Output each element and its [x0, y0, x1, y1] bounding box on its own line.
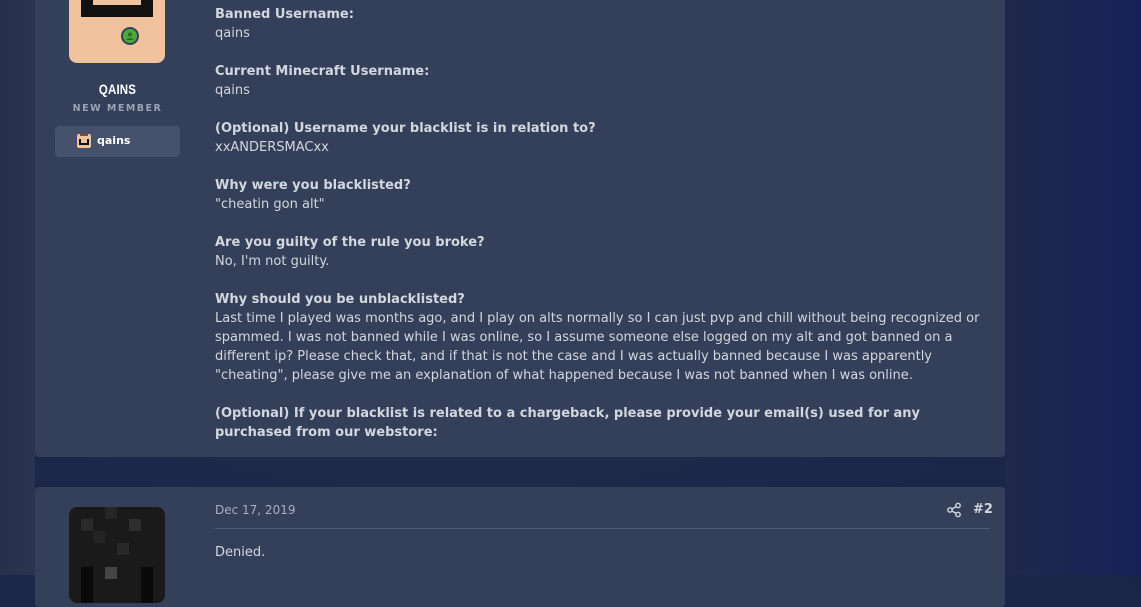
field-answer: No, I'm not guilty. [215, 254, 330, 269]
field-answer: xxANDERSMACxx [215, 140, 329, 155]
badge-username: qains [97, 134, 131, 147]
page-background-right [1005, 0, 1141, 575]
field-answer: qains [215, 26, 250, 41]
post-body: Denied. [215, 545, 266, 560]
post-date[interactable]: Dec 17, 2019 [215, 503, 295, 517]
post-number-link[interactable]: #2 [973, 502, 993, 517]
field-answer: qains [215, 83, 250, 98]
form-field: (Optional) Username your blacklist is in… [215, 119, 990, 157]
forum-post: QAINS NEW MEMBER qains Banned Username: … [35, 0, 1005, 457]
field-question: (Optional) Username your blacklist is in… [215, 121, 596, 136]
form-field: Are you guilty of the rule you broke? No… [215, 233, 990, 271]
field-question: Banned Username: [215, 7, 354, 22]
field-question: Why were you blacklisted? [215, 178, 411, 193]
field-question: Are you guilty of the rule you broke? [215, 235, 485, 250]
form-field: (Optional) If your blacklist is related … [215, 404, 990, 442]
field-question: (Optional) If your blacklist is related … [215, 406, 921, 440]
form-field: Banned Username: qains [215, 5, 990, 43]
field-answer: Last time I played was months ago, and I… [215, 311, 980, 383]
avatar[interactable] [69, 507, 165, 603]
author-minecraft-badge: qains [55, 126, 180, 157]
field-question: Current Minecraft Username: [215, 64, 430, 79]
post-content: Banned Username: qains Current Minecraft… [215, 5, 990, 461]
post-author-name[interactable]: QAINS [66, 81, 169, 97]
form-field: Why should you be unblacklisted? Last ti… [215, 290, 990, 385]
page-background-left [0, 0, 35, 575]
forum-post: Dec 17, 2019 #2 Denied. [35, 487, 1005, 607]
online-status-icon [121, 27, 139, 45]
post-author-title: NEW MEMBER [72, 103, 163, 114]
post-header: Dec 17, 2019 #2 [215, 501, 993, 529]
share-icon[interactable] [946, 502, 962, 518]
avatar[interactable] [69, 0, 165, 63]
field-question: Why should you be unblacklisted? [215, 292, 465, 307]
field-answer: "cheatin gon alt" [215, 197, 325, 212]
form-field: Current Minecraft Username: qains [215, 62, 990, 100]
form-field: Why were you blacklisted? "cheatin gon a… [215, 176, 990, 214]
minecraft-head-icon [77, 134, 91, 148]
